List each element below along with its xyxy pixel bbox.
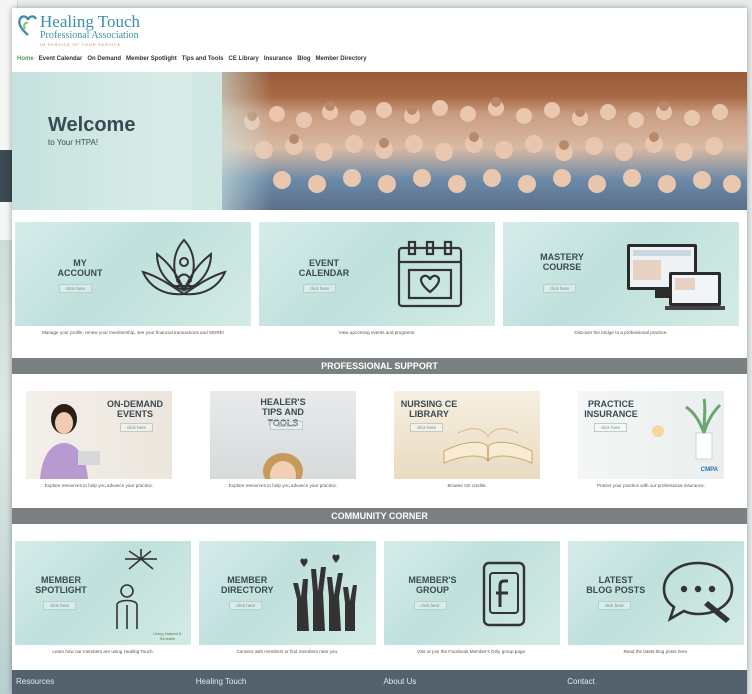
hero-subtitle: to Your HTPA! [48, 138, 99, 147]
tile-caption: Learn how our members are using Healing … [52, 649, 154, 654]
tile-caption: Explore resources to help you advance yo… [228, 483, 338, 488]
nav-on-demand[interactable]: On Demand [87, 56, 121, 62]
heart-logo-icon [18, 15, 38, 36]
tile-title: MEMBER DIRECTORY [220, 575, 274, 596]
nav-home[interactable]: Home [17, 56, 34, 62]
site-logo[interactable]: Healing Touch Professional Association I… [18, 13, 140, 47]
tile-caption: Read the latest blog posts here. [623, 649, 689, 654]
tile-title: MEMBER'S GROUP [408, 575, 457, 596]
footer-about-us[interactable]: About Us [379, 670, 563, 694]
quick-links: MY ACCOUNT click here Manage your profile… [12, 222, 747, 336]
tile-title: LATEST BLOG POSTS [586, 575, 646, 596]
site-header: Healing Touch Professional Association I… [12, 8, 747, 70]
tile-caption: Browse CE credits. [447, 483, 487, 488]
hero-title: Welcome [48, 114, 136, 136]
tile-title: PRACTICE INSURANCE [584, 399, 638, 420]
click-here-button[interactable]: click here [413, 601, 447, 610]
tile-healers-tips[interactable]: HEALER'S TIPS AND TOOLS click here Explor… [210, 391, 356, 489]
tile-title: EVENT CALENDAR [298, 258, 350, 279]
person-sun-icon [116, 549, 157, 629]
tile-caption: View upcoming events and programs. [338, 330, 416, 335]
nav-member-directory[interactable]: Member Directory [316, 56, 367, 62]
plant-candle-photo [652, 398, 722, 460]
open-book-photo [443, 428, 533, 464]
woman-laptop-photo [40, 404, 100, 479]
tile-practice-insurance[interactable]: PRACTICE INSURANCE click here CMPA Protec… [578, 391, 724, 489]
nav-ce-library[interactable]: CE Library [228, 56, 258, 62]
main-nav: Home Event Calendar On Demand Member Spo… [17, 56, 367, 62]
click-here-button[interactable]: click here [270, 421, 304, 430]
tile-caption: Explore resources to help you advance yo… [44, 483, 154, 488]
click-here-button[interactable]: click here [43, 601, 77, 610]
footer-contact[interactable]: Contact [563, 670, 747, 694]
tile-caption: Connect with members or find members nea… [236, 649, 339, 654]
woman-face-photo [263, 453, 303, 479]
click-here-button[interactable]: click here [229, 601, 263, 610]
tile-on-demand-events[interactable]: ON-DEMAND EVENTS click here Explore resou… [26, 391, 172, 489]
tile-caption: Protect your practice with our professio… [596, 483, 705, 488]
crowd-illustration [244, 97, 741, 193]
tile-member-spotlight[interactable]: MEMBER SPOTLIGHT click here Living Natura… [15, 541, 192, 655]
nav-insurance[interactable]: Insurance [264, 56, 292, 62]
tile-member-directory[interactable]: MEMBER DIRECTORY click here Connect with … [199, 541, 376, 655]
site-footer: Resources Healing Touch About Us Contact [12, 670, 747, 694]
cmpa-logo: CMPA [700, 467, 718, 473]
professional-support: ON-DEMAND EVENTS click here Explore resou… [12, 391, 747, 489]
logo-title: Healing Touch [40, 12, 140, 31]
facebook-icon [482, 561, 525, 627]
community-corner: MEMBER SPOTLIGHT click here Living Natura… [12, 541, 747, 655]
click-here-button[interactable]: click here [59, 284, 93, 293]
click-here-button[interactable]: click here [594, 423, 628, 432]
footer-resources[interactable]: Resources [12, 670, 196, 694]
logo-subtitle: Professional Association [40, 30, 139, 41]
tile-title: ON-DEMAND EVENTS [107, 399, 163, 420]
click-here-button[interactable]: click here [120, 423, 154, 432]
tile-latest-blog-posts[interactable]: LATEST BLOG POSTS click here Read the lat… [567, 541, 744, 655]
click-here-button[interactable]: click here [543, 284, 577, 293]
lotus-meditation-icon [141, 238, 227, 296]
chat-bubble-pencil-icon [662, 561, 734, 623]
devices-icon [627, 244, 725, 310]
tile-title: MASTERY COURSE [540, 252, 584, 273]
nav-tips-and-tools[interactable]: Tips and Tools [182, 56, 224, 62]
nav-member-spotlight[interactable]: Member Spotlight [126, 56, 177, 62]
living-natural-stamp: Living Natural & Sensible [153, 631, 182, 641]
footer-healing-touch[interactable]: Healing Touch [196, 670, 380, 694]
tile-caption: Discover the bridge to a professional pr… [574, 330, 668, 335]
homepage: Healing Touch Professional Association I… [12, 8, 747, 694]
click-here-button[interactable]: click here [303, 284, 337, 293]
raised-hands-icon [293, 554, 358, 631]
hero-banner: Welcome to Your HTPA! [12, 72, 747, 210]
group-photo [222, 72, 747, 210]
nav-blog[interactable]: Blog [297, 56, 310, 62]
tile-caption: Manage your profile, renew your membersh… [41, 330, 225, 335]
section-header-professional: PROFESSIONAL SUPPORT [12, 358, 747, 374]
tile-caption: Visit or join the Facebook Member's Only… [416, 649, 527, 654]
tile-title: MY ACCOUNT [57, 258, 103, 279]
tile-members-group[interactable]: MEMBER'S GROUP click here Visit or join t… [383, 541, 560, 655]
tile-mastery-course[interactable]: MASTERY COURSE click here Discover the br… [503, 222, 739, 336]
calendar-heart-icon [397, 240, 463, 308]
tile-title: MEMBER SPOTLIGHT [35, 575, 87, 596]
logo-tagline: IN SERVICE OF YOUR SERVICE [40, 42, 122, 47]
nav-event-calendar[interactable]: Event Calendar [39, 56, 83, 62]
tile-nursing-ce[interactable]: NURSING CE LIBRARY click here Browse CE c… [394, 391, 540, 489]
tile-event-calendar[interactable]: EVENT CALENDAR click here View upcoming e… [259, 222, 495, 336]
section-header-community: COMMUNITY CORNER [12, 508, 747, 524]
click-here-button[interactable]: click here [597, 601, 631, 610]
tile-my-account[interactable]: MY ACCOUNT click here Manage your profile… [15, 222, 251, 336]
